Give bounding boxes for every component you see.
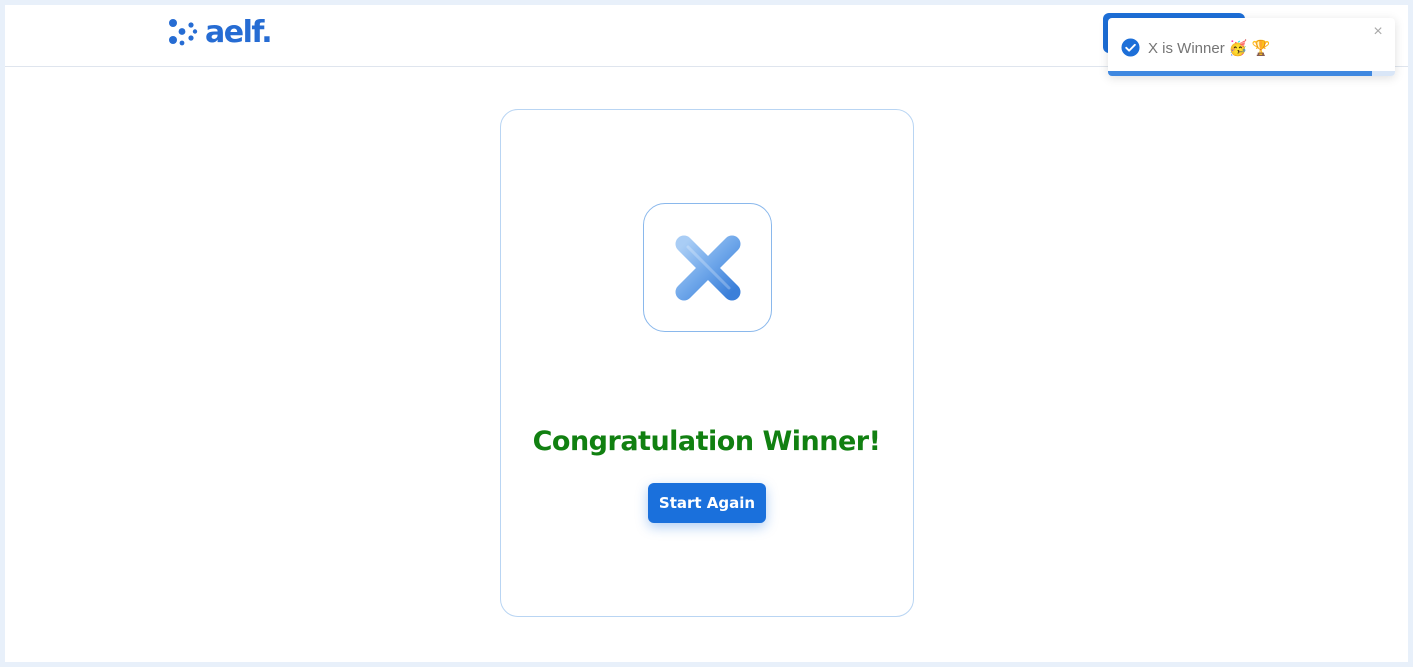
start-again-button[interactable]: Start Again — [648, 483, 766, 523]
winner-toast[interactable]: X is Winner 🥳 🏆 × — [1108, 18, 1395, 76]
toast-progress-bar — [1108, 71, 1373, 76]
aelf-logo[interactable]: aelf. — [168, 15, 273, 50]
game-result-card: Congratulation Winner! Start Again — [500, 109, 914, 617]
winner-mark-tile — [643, 203, 772, 332]
logo-text: aelf. — [205, 15, 273, 50]
toast-message: X is Winner 🥳 🏆 — [1148, 40, 1271, 57]
winner-title: Congratulation Winner! — [532, 426, 881, 457]
x-mark-icon — [675, 235, 740, 300]
aelf-dots-icon — [169, 19, 198, 46]
app-frame: aelf. Congratulation Winner! Start Again — [5, 5, 1408, 662]
check-circle-icon — [1121, 38, 1140, 57]
toast-progress-track — [1108, 71, 1395, 76]
close-icon[interactable]: × — [1370, 24, 1386, 40]
